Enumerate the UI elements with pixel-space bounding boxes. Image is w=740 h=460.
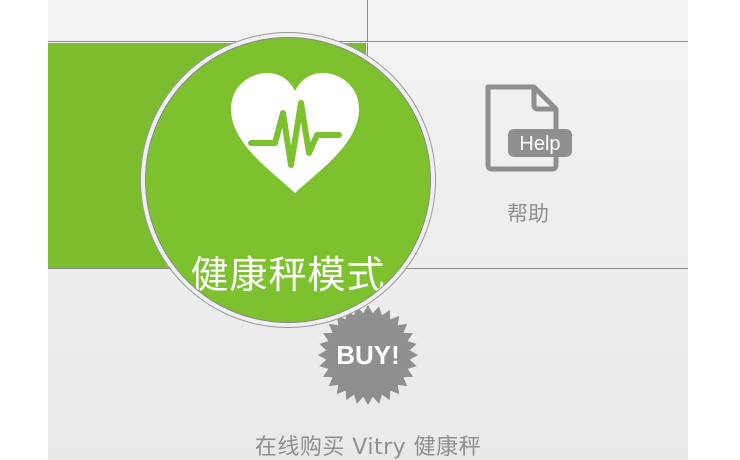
menu-panel: Help 帮助 BUY! 在线购买 Vitry 健康秤 健康秤模式 bbox=[48, 0, 688, 460]
buy-label: 在线购买 Vitry 健康秤 bbox=[254, 435, 482, 460]
heart-pulse-icon bbox=[231, 73, 359, 193]
grid-divider bbox=[367, 0, 368, 42]
help-document-icon: Help bbox=[485, 84, 572, 172]
health-mode-label: 健康秤模式 bbox=[190, 253, 386, 297]
buy-badge-icon: BUY! bbox=[318, 305, 418, 405]
health-mode-magnifier[interactable]: 健康秤模式 bbox=[145, 37, 431, 323]
grid-divider bbox=[48, 41, 688, 42]
buy-badge-text: BUY! bbox=[336, 340, 400, 370]
help-icon-text: Help bbox=[519, 133, 560, 155]
